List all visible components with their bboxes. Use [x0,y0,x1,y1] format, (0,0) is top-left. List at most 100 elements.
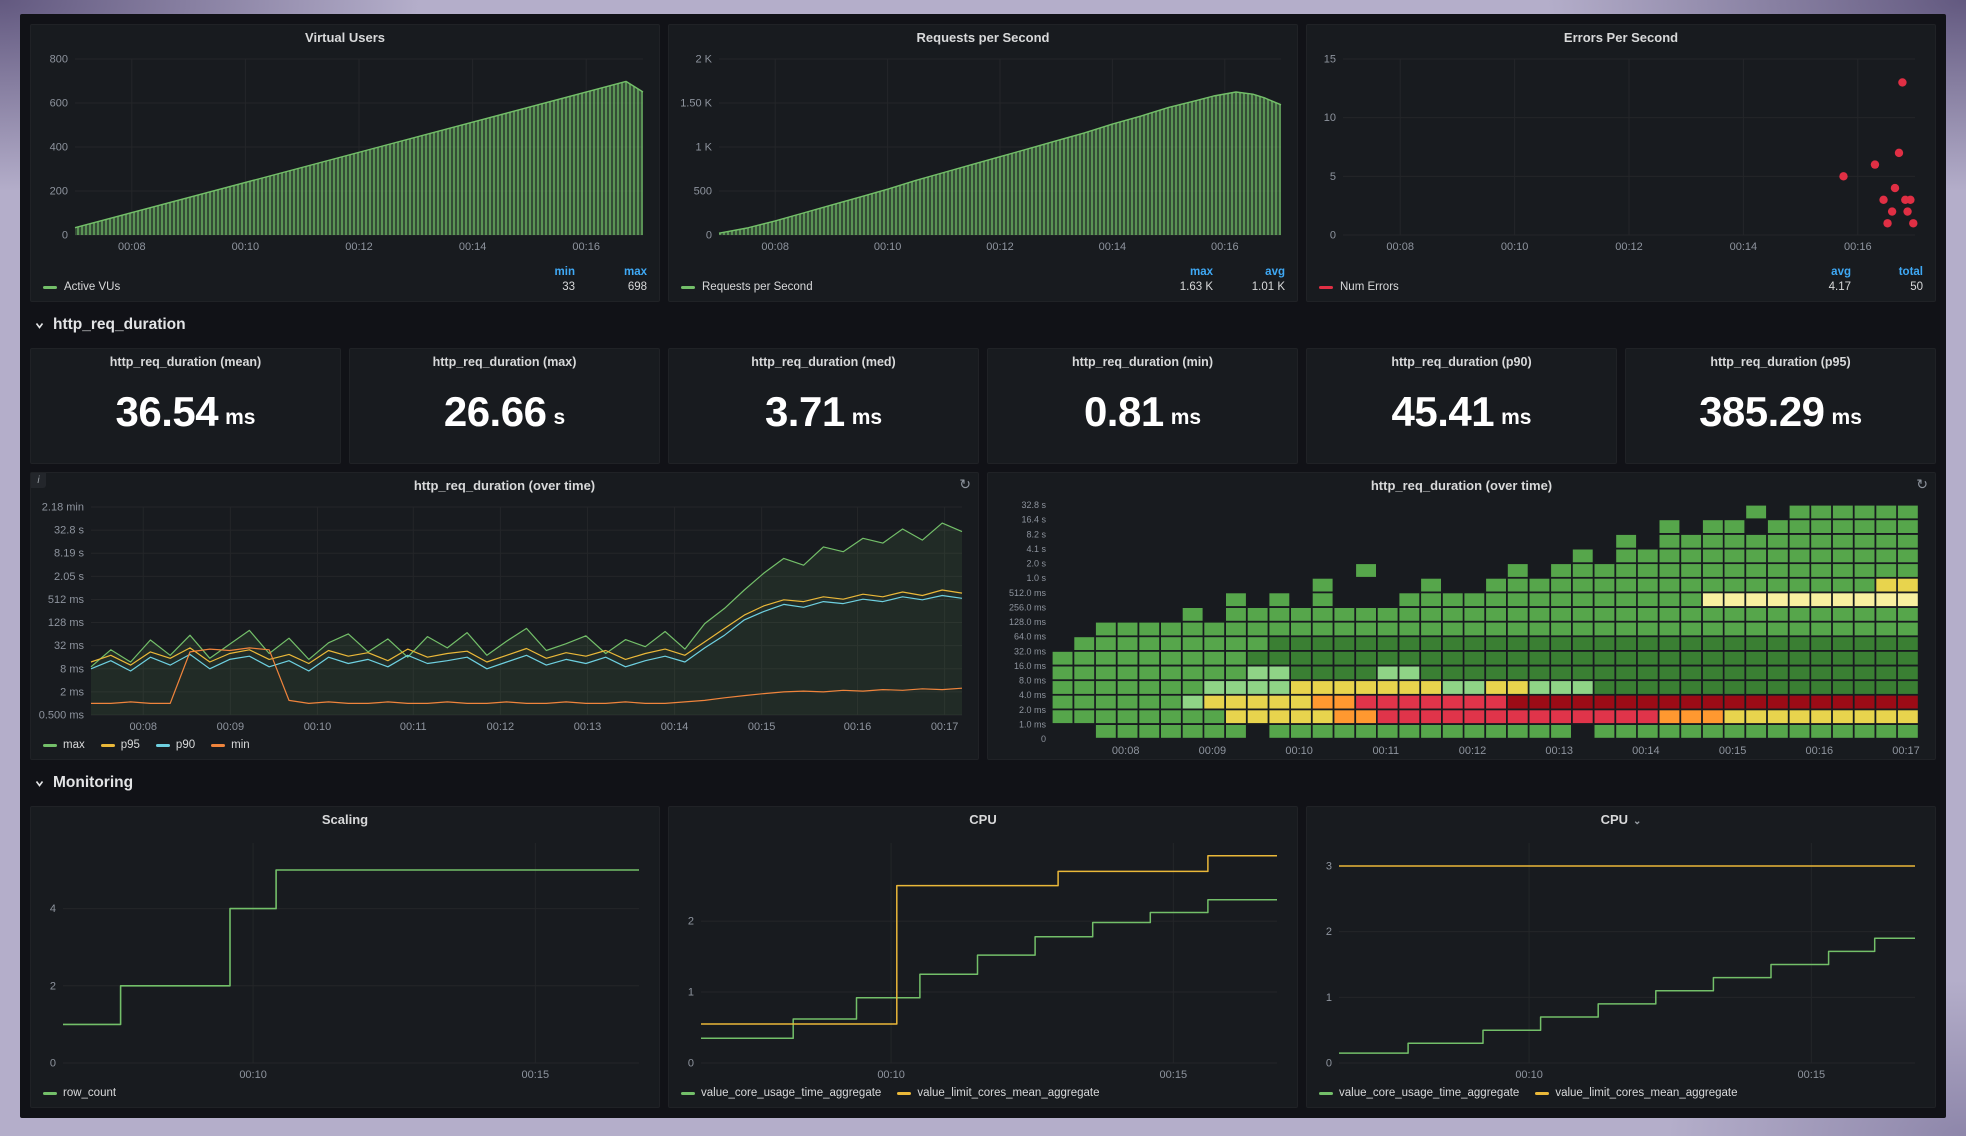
legend-item-label: min [231,739,250,751]
refresh-icon[interactable]: ↻ [959,477,971,491]
stat-value: 36.54 ms [31,375,340,463]
stat-panel-title[interactable]: http_req_duration (med) [669,349,978,375]
chevron-down-icon [34,778,45,789]
svg-text:1: 1 [688,987,694,999]
stat-panel-title[interactable]: http_req_duration (mean) [31,349,340,375]
series-swatch [1319,1092,1333,1095]
panel-title-cpu-1[interactable]: CPU [669,807,1297,833]
panel-scaling: Scaling 02400:1000:15 row_count [30,806,660,1108]
stat-number: 0.81 [1084,391,1164,433]
refresh-icon[interactable]: ↻ [1916,477,1928,491]
svg-text:00:10: 00:10 [877,1069,905,1081]
legend-series-num-errors[interactable]: Num Errors [1319,281,1787,293]
panel-title-duration-heatmap[interactable]: http_req_duration (over time) [988,473,1935,499]
row-header-http-req-duration[interactable]: http_req_duration [30,310,1936,340]
cpu-1-chart[interactable]: 01200:1000:15 [671,833,1291,1083]
virtual-users-chart-area: 020040060080000:0800:1000:1200:1400:16 [31,51,659,255]
panel-title-scaling[interactable]: Scaling [31,807,659,833]
panel-info-icon[interactable]: i [31,473,46,488]
svg-text:0: 0 [1330,230,1336,242]
virtual-users-chart[interactable]: 020040060080000:0800:1000:1200:1400:16 [33,51,653,255]
stat-unit: s [553,394,565,430]
svg-text:2: 2 [1326,926,1332,938]
scaling-chart[interactable]: 02400:1000:15 [33,833,653,1083]
panel-title-errors[interactable]: Errors Per Second [1307,25,1935,51]
svg-text:00:15: 00:15 [522,1069,550,1081]
requests-chart[interactable]: 05001 K1.50 K2 K00:0800:1000:1200:1400:1… [671,51,1291,255]
panel-virtual-users: Virtual Users 020040060080000:0800:1000:… [30,24,660,302]
legend-item[interactable]: value_limit_cores_mean_aggregate [1535,1087,1737,1099]
stat-number: 26.66 [444,391,547,433]
svg-text:00:12: 00:12 [487,721,515,733]
stat-number: 45.41 [1392,391,1495,433]
svg-text:3: 3 [1326,860,1332,872]
row-header-monitoring[interactable]: Monitoring [30,768,1936,798]
scaling-legend: row_count [31,1083,659,1107]
svg-text:00:09: 00:09 [1199,745,1227,757]
legend-item[interactable]: max [43,739,85,751]
svg-text:00:14: 00:14 [1730,241,1758,253]
row-duration-stats: http_req_duration (mean) 36.54 ms http_r… [30,348,1936,464]
svg-text:00:11: 00:11 [1372,745,1399,757]
svg-text:00:16: 00:16 [1806,745,1834,757]
legend-value-avg: 4.17 [1787,281,1851,293]
legend-item[interactable]: value_core_usage_time_aggregate [1319,1087,1519,1099]
svg-text:00:12: 00:12 [1615,241,1643,253]
panel-errors-per-second: Errors Per Second 05101500:0800:1000:120… [1306,24,1936,302]
svg-text:00:10: 00:10 [874,241,902,253]
svg-text:500: 500 [694,186,712,198]
cpu-2-chart-area: 012300:1000:15 [1307,833,1935,1083]
svg-text:00:12: 00:12 [986,241,1014,253]
svg-text:16.4 s: 16.4 s [1021,515,1046,525]
svg-text:1.50 K: 1.50 K [680,98,712,110]
svg-text:0: 0 [62,230,68,242]
svg-text:800: 800 [50,54,68,66]
legend-item[interactable]: min [211,739,250,751]
errors-chart[interactable]: 05101500:0800:1000:1200:1400:16 [1309,51,1929,255]
svg-text:00:17: 00:17 [1892,745,1920,757]
svg-text:32 ms: 32 ms [54,640,84,652]
duration-heatmap-chart[interactable]: 32.8 s16.4 s8.2 s4.1 s2.0 s1.0 s512.0 ms… [990,499,1929,759]
legend-item[interactable]: value_core_usage_time_aggregate [681,1087,881,1099]
stat-value: 3.71 ms [669,375,978,463]
svg-text:00:10: 00:10 [304,721,332,733]
legend-item-label: value_core_usage_time_aggregate [1339,1087,1519,1099]
svg-text:0.500 ms: 0.500 ms [39,710,85,722]
svg-text:10: 10 [1324,112,1336,124]
legend-col-header: min [511,266,575,278]
legend-item-label: p95 [121,739,140,751]
svg-text:512.0 ms: 512.0 ms [1009,588,1047,598]
series-swatch [211,744,225,747]
legend-col-header: avg [1213,266,1285,278]
legend-series-active-vus[interactable]: Active VUs [43,281,511,293]
svg-text:00:15: 00:15 [1719,745,1747,757]
svg-text:00:14: 00:14 [459,241,487,253]
svg-text:32.8 s: 32.8 s [1021,500,1046,510]
stat-panel-title[interactable]: http_req_duration (p95) [1626,349,1935,375]
stat-panel-title[interactable]: http_req_duration (p90) [1307,349,1616,375]
cpu-2-chart[interactable]: 012300:1000:15 [1309,833,1929,1083]
panel-title-cpu-2[interactable]: CPU⌄ [1307,807,1935,833]
legend-item[interactable]: p95 [101,739,140,751]
legend-series-requests[interactable]: Requests per Second [681,281,1149,293]
cpu-1-chart-area: 01200:1000:15 [669,833,1297,1083]
legend-item[interactable]: row_count [43,1087,116,1099]
cpu-1-legend: value_core_usage_time_aggregate value_li… [669,1083,1297,1107]
svg-text:200: 200 [50,186,68,198]
duration-lines-chart[interactable]: 0.500 ms2 ms8 ms32 ms128 ms512 ms2.05 s8… [33,499,972,735]
legend-item[interactable]: p90 [156,739,195,751]
stat-panel: http_req_duration (max) 26.66 s [349,348,660,464]
panel-title-virtual-users[interactable]: Virtual Users [31,25,659,51]
panel-title-requests[interactable]: Requests per Second [669,25,1297,51]
stat-panel-title[interactable]: http_req_duration (min) [988,349,1297,375]
svg-text:128.0 ms: 128.0 ms [1009,617,1047,627]
panel-title-duration-lines[interactable]: http_req_duration (over time) [31,473,978,499]
requests-chart-area: 05001 K1.50 K2 K00:0800:1000:1200:1400:1… [669,51,1297,255]
svg-text:2 K: 2 K [695,54,712,66]
stat-panel-title[interactable]: http_req_duration (max) [350,349,659,375]
svg-text:00:16: 00:16 [572,241,600,253]
svg-text:8.19 s: 8.19 s [54,548,84,560]
stat-number: 36.54 [116,391,219,433]
svg-text:00:12: 00:12 [1459,745,1487,757]
legend-item[interactable]: value_limit_cores_mean_aggregate [897,1087,1099,1099]
